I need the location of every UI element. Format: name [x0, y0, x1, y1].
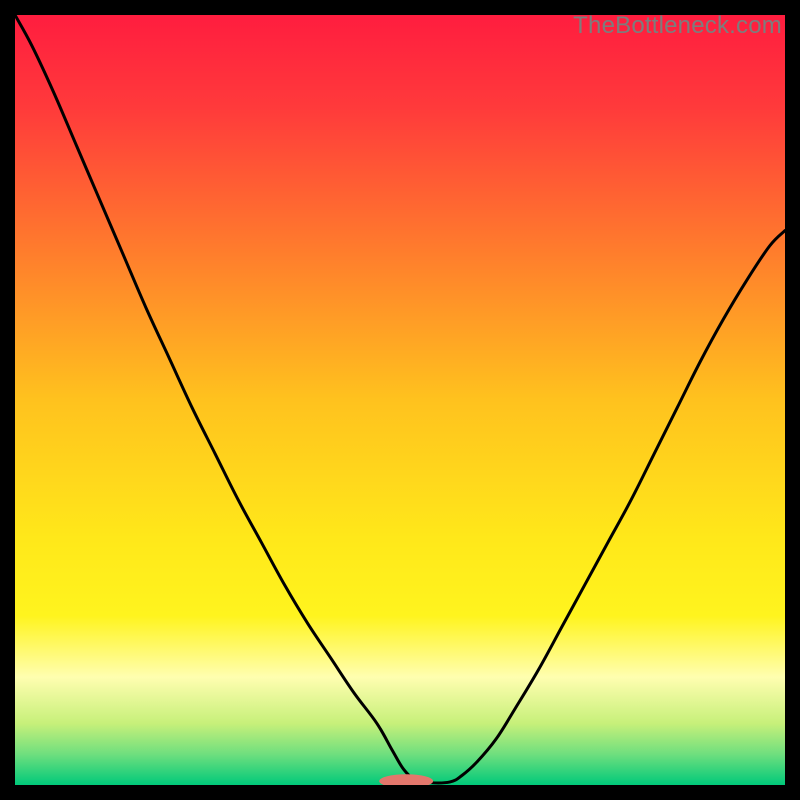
optimal-zone-marker — [379, 774, 433, 785]
watermark-label: TheBottleneck.com — [573, 12, 782, 40]
plot-area — [15, 15, 785, 785]
marker-layer — [15, 15, 785, 785]
chart-stage: TheBottleneck.com — [0, 0, 800, 800]
